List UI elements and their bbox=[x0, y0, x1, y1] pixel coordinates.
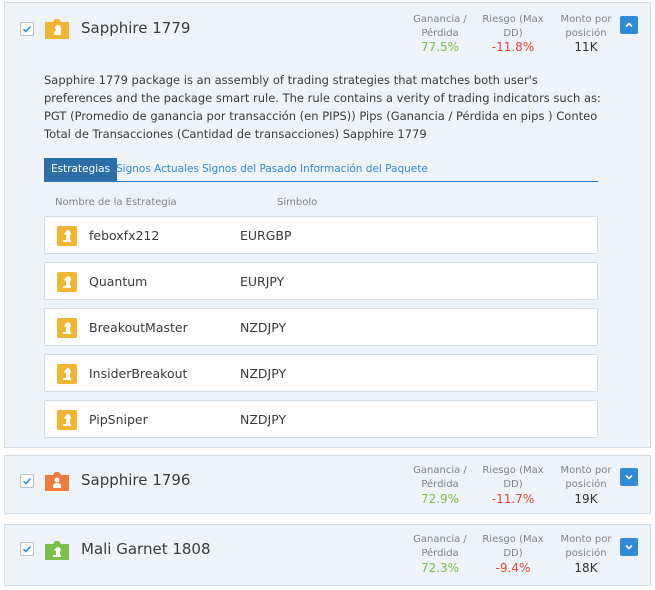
risk-label: Riesgo (Max DD) bbox=[482, 465, 544, 490]
strategy-symbol: NZDJPY bbox=[240, 412, 287, 427]
strategy-name: feboxfx212 bbox=[89, 228, 160, 243]
package-checkbox[interactable] bbox=[20, 22, 34, 36]
strategy-name: InsiderBreakout bbox=[89, 366, 188, 381]
strategy-row[interactable]: Quantum EURJPY bbox=[44, 262, 598, 300]
strategy-name: PipSniper bbox=[89, 412, 148, 427]
strategy-row[interactable]: BreakoutMaster NZDJPY bbox=[44, 308, 598, 346]
briefcase-yellow-icon bbox=[44, 18, 70, 40]
chevron-up-icon bbox=[625, 22, 633, 28]
amount-label: Monto por posición bbox=[560, 534, 612, 559]
tab-signos-del-pasado[interactable]: Signos del Pasado bbox=[202, 158, 297, 181]
strategy-name: BreakoutMaster bbox=[89, 320, 188, 335]
package-name: Mali Garnet 1808 bbox=[81, 540, 211, 558]
collapse-button[interactable] bbox=[620, 16, 638, 34]
package-card: Sapphire 1796 Ganancia / Pérdida 72.9% Ri… bbox=[4, 455, 651, 514]
chess-knight-icon bbox=[57, 364, 77, 384]
tab-signos-actuales[interactable]: Signos Actuales bbox=[116, 158, 199, 181]
amount-label: Monto por posición bbox=[560, 14, 612, 39]
chess-knight-icon bbox=[57, 226, 77, 246]
package-name: Sapphire 1779 bbox=[81, 19, 191, 37]
strategy-symbol: EURJPY bbox=[240, 274, 285, 289]
column-header-strategy-name: Nombre de la Estrategia bbox=[55, 197, 177, 208]
column-header-symbol: Símbolo bbox=[277, 197, 318, 208]
package-card: Sapphire 1779 Ganancia / Pérdida 77.5% Ri… bbox=[4, 2, 651, 448]
expand-button[interactable] bbox=[620, 468, 638, 486]
checkmark-icon bbox=[22, 545, 32, 553]
checkmark-icon bbox=[22, 25, 32, 33]
amount-value: 19K bbox=[574, 492, 598, 506]
chess-knight-icon bbox=[57, 410, 77, 430]
chess-knight-icon bbox=[57, 272, 77, 292]
strategy-symbol: NZDJPY bbox=[240, 320, 287, 335]
chevron-down-icon bbox=[625, 544, 633, 550]
gain-value: 77.5% bbox=[420, 40, 460, 54]
gain-label: Ganancia / Pérdida bbox=[413, 14, 467, 39]
risk-label: Riesgo (Max DD) bbox=[482, 14, 544, 39]
detail-tabs: Estrategias Signos Actuales Signos del P… bbox=[44, 158, 598, 182]
briefcase-green-icon bbox=[44, 539, 70, 561]
chess-knight-icon bbox=[57, 318, 77, 338]
gain-value: 72.9% bbox=[420, 492, 460, 506]
strategy-symbol: NZDJPY bbox=[240, 366, 287, 381]
risk-value: -9.4% bbox=[495, 561, 531, 575]
checkmark-icon bbox=[22, 477, 32, 485]
amount-label: Monto por posición bbox=[560, 465, 612, 490]
gain-value: 72.3% bbox=[420, 561, 460, 575]
amount-value: 18K bbox=[574, 561, 598, 575]
package-card: Mali Garnet 1808 Ganancia / Pérdida 72.3%… bbox=[4, 524, 651, 586]
chevron-down-icon bbox=[625, 474, 633, 480]
package-checkbox[interactable] bbox=[20, 474, 34, 488]
risk-label: Riesgo (Max DD) bbox=[482, 534, 544, 559]
tab-estrategias[interactable]: Estrategias bbox=[44, 158, 118, 181]
briefcase-orange-icon bbox=[44, 470, 70, 492]
strategy-row[interactable]: InsiderBreakout NZDJPY bbox=[44, 354, 598, 392]
amount-value: 11K bbox=[574, 40, 598, 54]
package-description: Sapphire 1779 package is an assembly of … bbox=[44, 73, 601, 141]
strategy-symbol: EURGBP bbox=[240, 228, 292, 243]
gain-label: Ganancia / Pérdida bbox=[413, 534, 467, 559]
gain-label: Ganancia / Pérdida bbox=[413, 465, 467, 490]
expand-button[interactable] bbox=[620, 538, 638, 556]
risk-value: -11.8% bbox=[491, 40, 535, 54]
package-checkbox[interactable] bbox=[20, 542, 34, 556]
tab-informacion-del-paquete[interactable]: Información del Paquete bbox=[300, 158, 428, 181]
risk-value: -11.7% bbox=[491, 492, 535, 506]
strategy-row[interactable]: feboxfx212 EURGBP bbox=[44, 216, 598, 254]
strategy-row[interactable]: PipSniper NZDJPY bbox=[44, 400, 598, 438]
strategy-name: Quantum bbox=[89, 274, 148, 289]
package-name: Sapphire 1796 bbox=[81, 471, 191, 489]
